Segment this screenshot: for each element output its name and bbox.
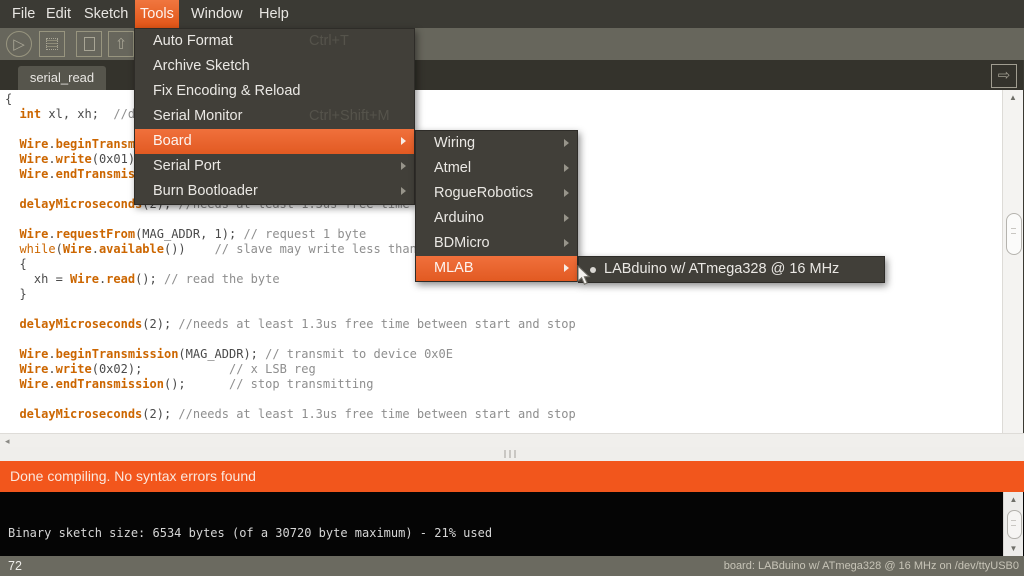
menu-item-label: Board [153,133,192,149]
board-item-atmel[interactable]: Atmel [416,156,577,181]
arduino-ide-window: FileEditSketchToolsWindowHelp ▷⇧⇩ serial… [0,0,1024,576]
mouse-cursor [577,265,593,287]
menubar-item-sketch[interactable]: Sketch [79,0,133,28]
tools-menu-item-auto-format[interactable]: Auto Format Ctrl+T [135,29,414,54]
board-item-roguerobotics[interactable]: RogueRobotics [416,181,577,206]
status-message: Done compiling. No syntax errors found [10,468,256,484]
console-output: Binary sketch size: 6534 bytes (of a 307… [0,492,1024,556]
tools-menu-item-board[interactable]: Board [135,129,414,154]
menu-item-label: LABduino w/ ATmega328 @ 16 MHz [604,261,839,277]
serial-monitor-icon[interactable]: ⇨ [991,64,1017,88]
submenu-arrow-icon [401,187,406,195]
submenu-arrow-icon [564,189,569,197]
menubar-item-window[interactable]: Window [186,0,248,28]
menu-item-shortcut: Ctrl+Shift+M [309,104,390,129]
board-submenu: Wiring Atmel RogueRobotics Arduino BDMicro ML… [415,130,578,282]
mlab-submenu: LABduino w/ ATmega328 @ 16 MHz [578,256,885,283]
tools-menu-item-serial-monitor[interactable]: Serial Monitor Ctrl+Shift+M [135,104,414,129]
menu-item-shortcut: Ctrl+T [309,29,349,54]
submenu-arrow-icon [564,139,569,147]
menu-item-label: MLAB [434,260,474,276]
submenu-arrow-icon [401,162,406,170]
editor-console-splitter[interactable] [0,447,1024,461]
scroll-left-icon[interactable]: ◂ [5,436,10,447]
scroll-up-icon[interactable]: ▲ [1004,495,1023,504]
submenu-arrow-icon [564,264,569,272]
scroll-down-icon[interactable]: ▼ [1004,544,1023,553]
menu-item-label: RogueRobotics [434,185,533,201]
board-item-arduino[interactable]: Arduino [416,206,577,231]
scrollbar-thumb[interactable] [1007,510,1022,539]
menu-item-label: Atmel [434,160,471,176]
menu-bar: FileEditSketchToolsWindowHelp [0,0,1024,28]
menubar-item-help[interactable]: Help [254,0,294,28]
menu-item-label: Archive Sketch [153,58,250,74]
console-text: Binary sketch size: 6534 bytes (of a 307… [0,492,1024,540]
submenu-arrow-icon [564,164,569,172]
menu-item-label: Wiring [434,135,475,151]
submenu-arrow-icon [401,137,406,145]
new-sketch-icon[interactable] [76,31,102,57]
board-item-mlab[interactable]: MLAB [416,256,577,281]
status-bar: Done compiling. No syntax errors found [0,461,1024,492]
menu-item-label: Auto Format [153,33,233,49]
menu-item-label: Serial Monitor [153,108,242,124]
editor-horizontal-scrollbar[interactable]: ◂ [0,433,1024,447]
board-info: board: LABduino w/ ATmega328 @ 16 MHz on… [724,556,1019,576]
line-number: 72 [8,556,22,576]
menu-item-label: Burn Bootloader [153,183,258,199]
menu-item-label: BDMicro [434,235,490,251]
editor-vertical-scrollbar[interactable]: ▲ [1002,90,1023,433]
console-scrollbar[interactable]: ▲ ▼ [1003,492,1023,556]
scrollbar-thumb[interactable] [1006,213,1022,255]
open-icon[interactable]: ⇧ [108,31,134,57]
thumb-grip [1011,228,1016,234]
tools-menu-item-fix-encoding-reload[interactable]: Fix Encoding & Reload [135,79,414,104]
board-item-bdmicro[interactable]: BDMicro [416,231,577,256]
board-item-wiring[interactable]: Wiring [416,131,577,156]
mlab-item-labduino-w-atmega328-16-mhz[interactable]: LABduino w/ ATmega328 @ 16 MHz [579,257,884,282]
tools-menu-item-serial-port[interactable]: Serial Port [135,154,414,179]
splitter-grip-icon [504,450,516,458]
tab-serial-read[interactable]: serial_read [18,66,106,90]
stop-icon[interactable] [39,31,65,57]
menu-item-label: Fix Encoding & Reload [153,83,301,99]
menubar-item-file[interactable]: File [7,0,40,28]
submenu-arrow-icon [564,239,569,247]
verify-icon[interactable]: ▷ [6,31,32,57]
footer-status-bar: 72 board: LABduino w/ ATmega328 @ 16 MHz… [0,556,1024,576]
tools-menu-item-archive-sketch[interactable]: Archive Sketch [135,54,414,79]
scroll-up-icon[interactable]: ▲ [1003,93,1023,102]
tools-menu: Auto Format Ctrl+T Archive Sketch Fix Encod… [134,28,415,205]
menubar-item-edit[interactable]: Edit [41,0,76,28]
menubar-item-tools[interactable]: Tools [135,0,179,28]
thumb-grip [1011,520,1016,526]
submenu-arrow-icon [564,214,569,222]
tools-menu-item-burn-bootloader[interactable]: Burn Bootloader [135,179,414,204]
menu-item-label: Serial Port [153,158,221,174]
menu-item-label: Arduino [434,210,484,226]
